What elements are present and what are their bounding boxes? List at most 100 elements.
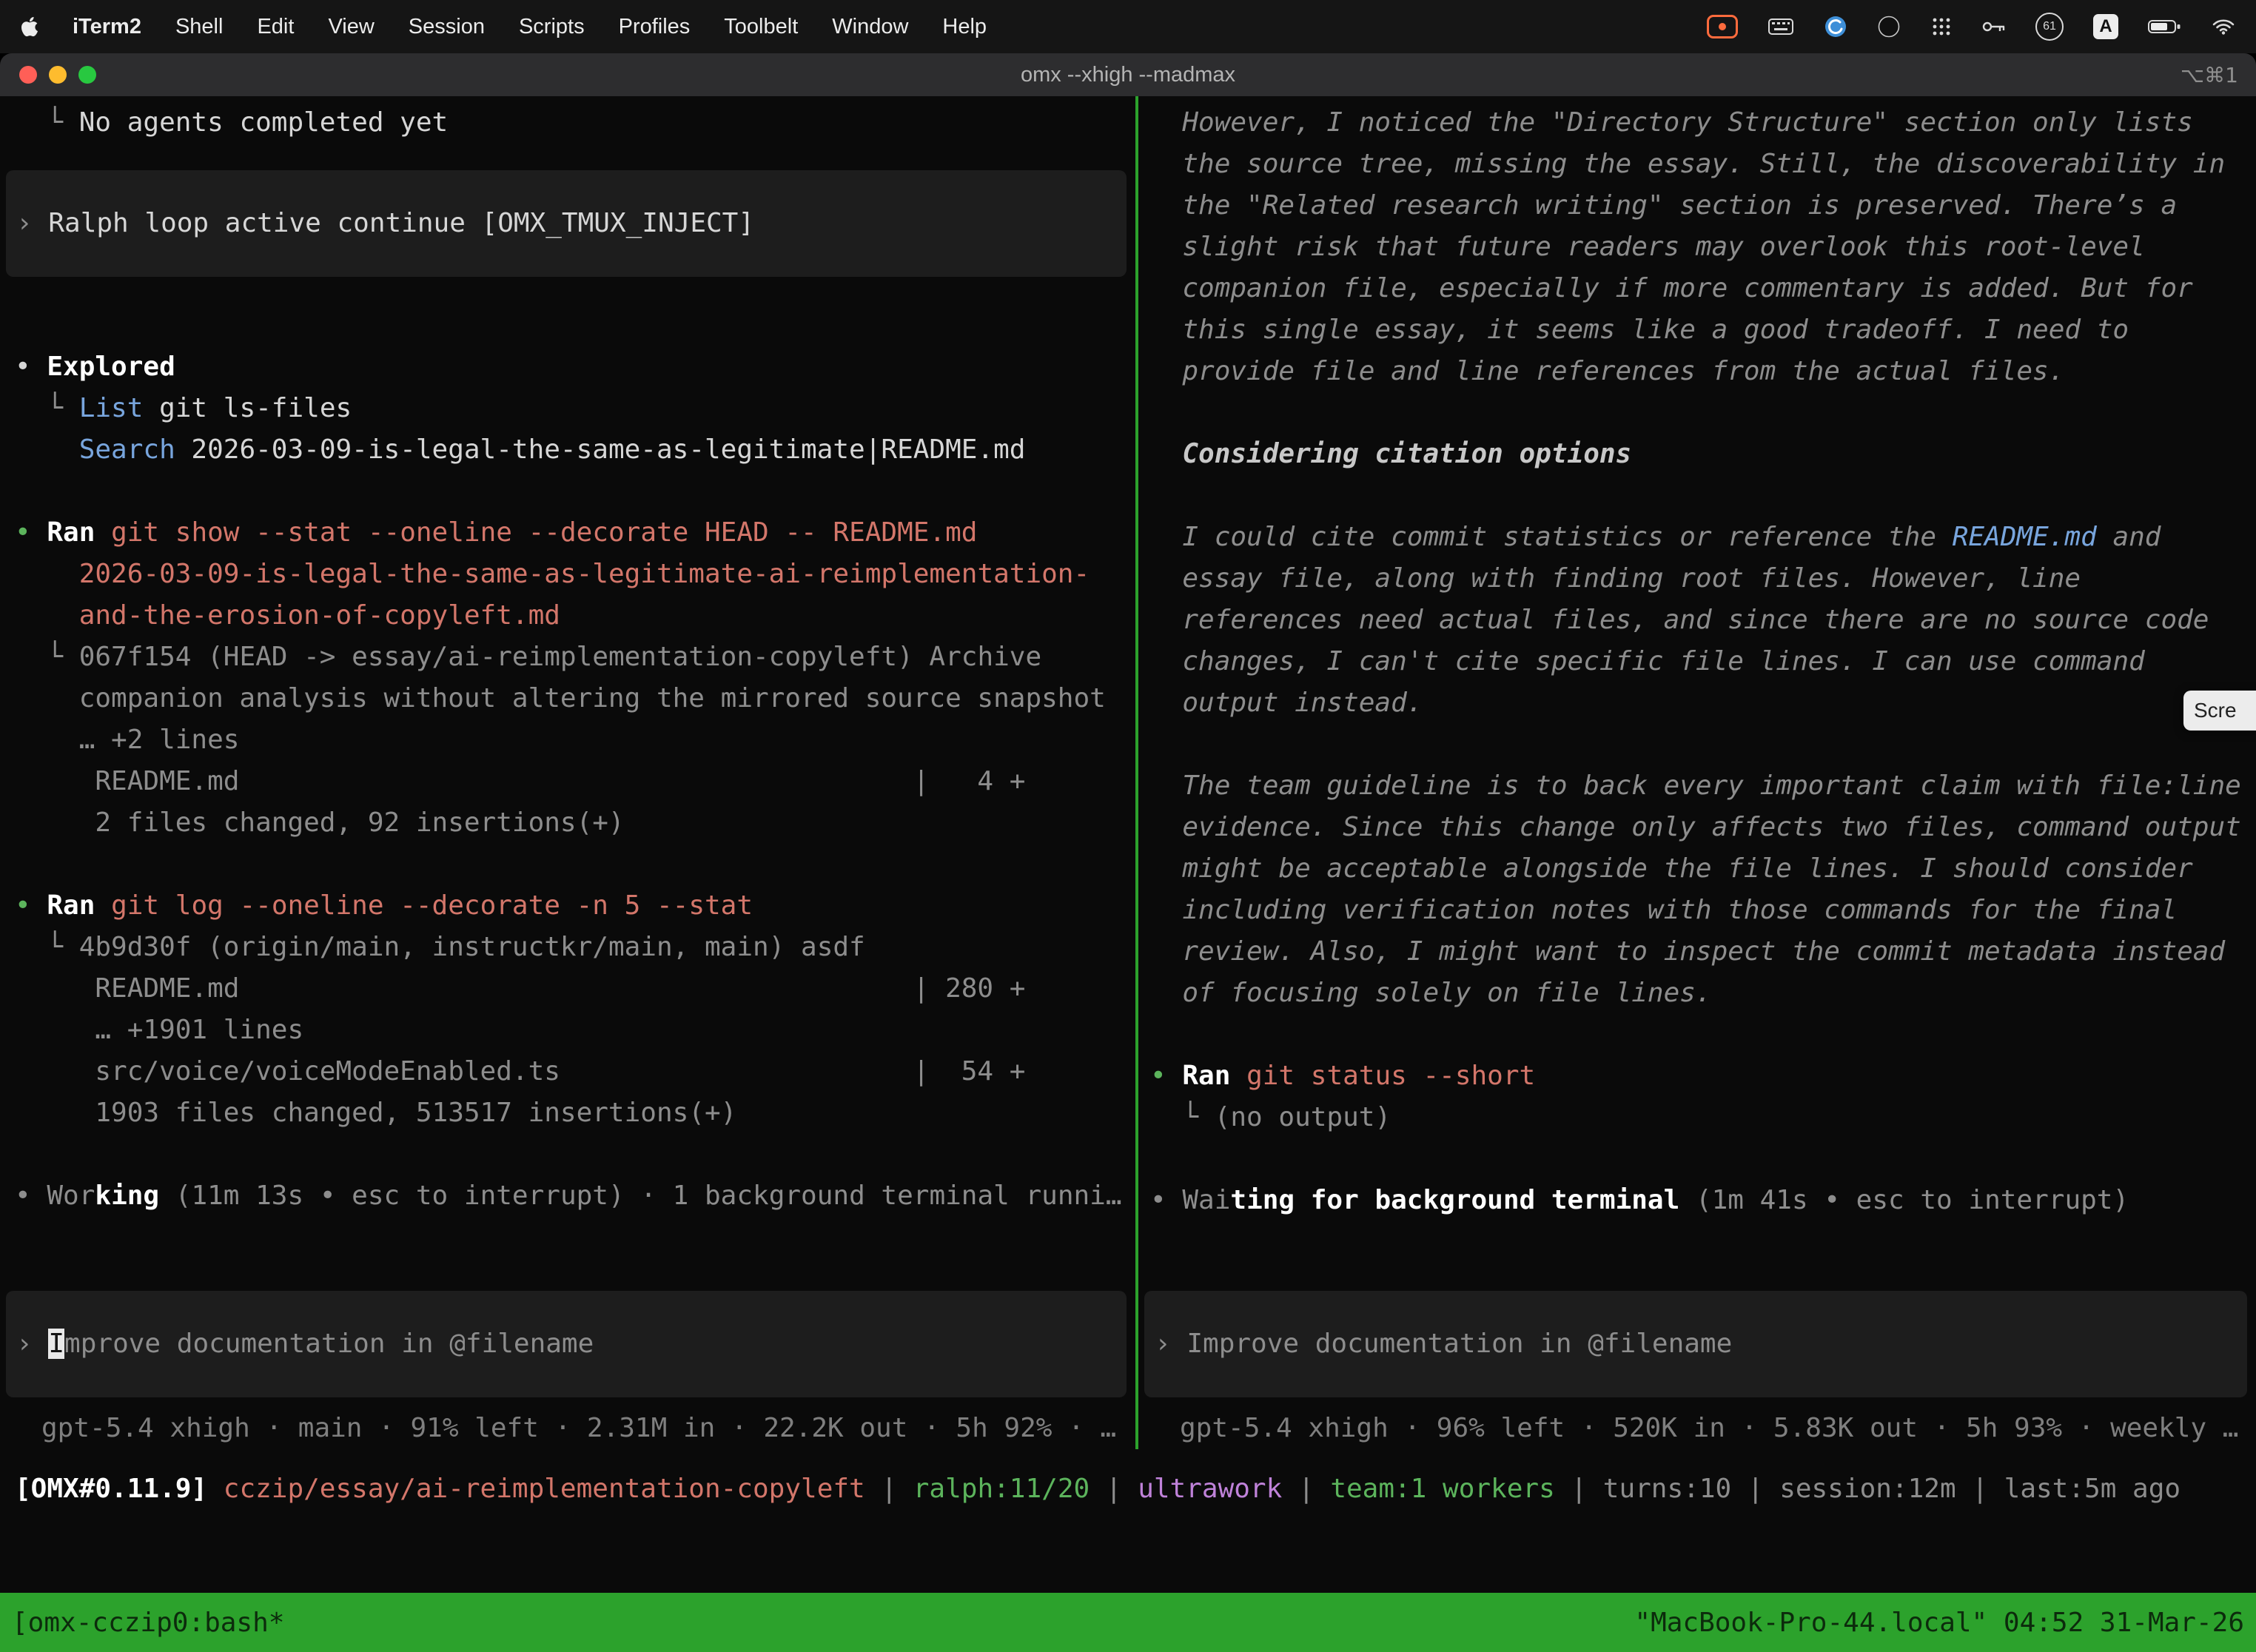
menu-help[interactable]: Help [942, 15, 987, 39]
text-cursor: I [48, 1329, 64, 1359]
text-segment: 2026-03-09-is-legal-the-same-as-legitima… [79, 559, 1090, 589]
key-icon[interactable] [1982, 19, 2006, 34]
text-segment: • [15, 1181, 47, 1211]
terminal-line: evidence. Since this change only affects… [1150, 807, 2256, 848]
wifi-icon[interactable] [2212, 18, 2235, 36]
text-segment: README.md | 280 + [15, 973, 1025, 1004]
keyboard-icon[interactable] [1767, 16, 1794, 37]
terminal-line: However, I noticed the "Directory Struct… [1150, 102, 2256, 144]
text-segment: • [15, 890, 47, 921]
macos-menubar: iTerm2 Shell Edit View Session Scripts P… [0, 0, 2256, 53]
text-segment: essay file, along with finding root file… [1150, 563, 2081, 594]
terminal-line: provide file and line references from th… [1150, 351, 2256, 392]
menu-window[interactable]: Window [832, 15, 908, 39]
menu-edit[interactable]: Edit [257, 15, 294, 39]
terminal-line: └ (no output) [1150, 1097, 2256, 1138]
terminal-line: Considering citation options [1150, 434, 2256, 475]
prompt-input-left[interactable]: › Improve documentation in @filename [6, 1291, 1127, 1397]
minimize-button[interactable] [49, 66, 67, 84]
terminal-line: this single essay, it seems like a good … [1150, 309, 2256, 351]
grid-dots-icon[interactable] [1930, 16, 1953, 38]
terminal-line: README.md | 280 + [15, 968, 1135, 1010]
tmux-status-bar: [omx-cczip0:bash* "MacBook-Pro-44.local"… [0, 1593, 2256, 1652]
menu-view[interactable]: View [328, 15, 374, 39]
text-segment: of focusing solely on file lines. [1150, 978, 1712, 1008]
menu-toolbelt[interactable]: Toolbelt [724, 15, 798, 39]
text-segment [15, 434, 79, 465]
text-segment: | [1090, 1474, 1138, 1504]
menu-session[interactable]: Session [409, 15, 485, 39]
popover-text: Scre [2194, 699, 2237, 722]
left-pane-output-top: └ No agents completed yet [0, 96, 1135, 144]
dark-app-icon[interactable] [1877, 15, 1901, 38]
screen-recording-indicator-icon[interactable] [1707, 15, 1738, 38]
text-segment: review. Also, I might want to inspect th… [1150, 936, 2225, 967]
text-segment: and-the-erosion-of-copyleft.md [79, 600, 560, 631]
input-source-icon[interactable]: A [2093, 14, 2118, 39]
text-segment: this single essay, it seems like a good … [1150, 315, 2129, 345]
text-segment: … +2 lines [15, 725, 239, 755]
blue-app-icon[interactable] [1824, 15, 1847, 38]
text-segment: 1903 files changed, 513517 insertions(+) [15, 1098, 736, 1128]
text-segment: changes, I can't cite specific file line… [1150, 646, 2145, 676]
zoom-button[interactable] [78, 66, 96, 84]
screen-share-popover[interactable]: Scre [2183, 691, 2256, 731]
text-segment [95, 517, 111, 548]
tmux-pane-left[interactable]: └ No agents completed yet › Ralph loop a… [0, 96, 1135, 1449]
text-segment: | [1956, 1474, 2004, 1504]
menu-shell[interactable]: Shell [175, 15, 224, 39]
menubar-app-name[interactable]: iTerm2 [73, 15, 141, 39]
text-segment: • [15, 352, 47, 382]
terminal-line: the source tree, missing the essay. Stil… [1150, 144, 2256, 185]
text-segment: └ [15, 107, 79, 138]
prompt-placeholder: mprove documentation in @filename [64, 1329, 594, 1359]
text-segment [1230, 1061, 1246, 1091]
banner-chevron: › [16, 208, 48, 238]
prompt-input-right[interactable]: › Improve documentation in @filename [1144, 1291, 2247, 1397]
text-segment: [OMX#0.11.9] [15, 1474, 224, 1504]
text-segment: companion analysis without altering the … [15, 683, 1106, 713]
text-segment: Explored [47, 352, 175, 382]
text-segment: git ls-files [143, 393, 352, 423]
text-segment: 067f154 (HEAD -> essay/ai-reimplementati… [79, 642, 1041, 672]
terminal-line [1150, 392, 2256, 434]
terminal-line: • Ran git status --short [1150, 1055, 2256, 1097]
menu-profiles[interactable]: Profiles [619, 15, 691, 39]
text-segment: • [1150, 1185, 1182, 1215]
terminal-line: [OMX#0.11.9] cczip/essay/ai-reimplementa… [15, 1468, 2256, 1510]
terminal-line: • Explored [15, 346, 1135, 388]
left-pane-output: • Explored └ List git ls-files Search 20… [0, 299, 1135, 1217]
gauge-value: 61 [2043, 20, 2056, 33]
text-segment: evidence. Since this change only affects… [1150, 812, 2241, 842]
battery-icon[interactable] [2148, 19, 2182, 35]
prompt-chevron: › [16, 1329, 48, 1359]
prompt-chevron: › [1155, 1329, 1186, 1359]
gauge-icon[interactable]: 61 [2035, 13, 2064, 41]
text-segment: companion file, especially if more comme… [1150, 273, 2193, 303]
text-segment: Ran [47, 890, 95, 921]
terminal-line [15, 1134, 1135, 1175]
text-segment: … +1901 lines [15, 1015, 303, 1045]
text-segment: Ran [1182, 1061, 1230, 1091]
close-button[interactable] [19, 66, 37, 84]
tmux-host-clock: "MacBook-Pro-44.local" 04:52 31-Mar-26 [1634, 1608, 2244, 1638]
tmux-pane-right[interactable]: However, I noticed the "Directory Struct… [1138, 96, 2256, 1449]
terminal-line: of focusing solely on file lines. [1150, 973, 2256, 1014]
text-segment: references need actual files, and since … [1150, 605, 2209, 635]
window-titlebar[interactable]: omx --xhigh --madmax ⌥⌘1 [0, 53, 2256, 96]
menu-scripts[interactable]: Scripts [519, 15, 585, 39]
terminal-line: might be acceptable alongside the file l… [1150, 848, 2256, 890]
terminal-line: └ No agents completed yet [15, 102, 1135, 144]
right-pane-output: However, I noticed the "Directory Struct… [1138, 96, 2256, 1221]
terminal-line [1150, 724, 2256, 765]
terminal-line: • Ran git log --oneline --decorate -n 5 … [15, 885, 1135, 927]
apple-menu-icon[interactable] [21, 16, 38, 38]
terminal-line: 1903 files changed, 513517 insertions(+) [15, 1092, 1135, 1134]
window-title: omx --xhigh --madmax [1021, 63, 1235, 87]
text-segment: king [95, 1181, 159, 1211]
terminal-area: └ No agents completed yet › Ralph loop a… [0, 96, 2256, 1652]
text-segment: including verification notes with those … [1150, 895, 2177, 925]
text-segment [95, 890, 111, 921]
text-segment: (11m 13s • esc to interrupt) · 1 backgro… [159, 1181, 1121, 1211]
text-segment: Search [79, 434, 175, 465]
